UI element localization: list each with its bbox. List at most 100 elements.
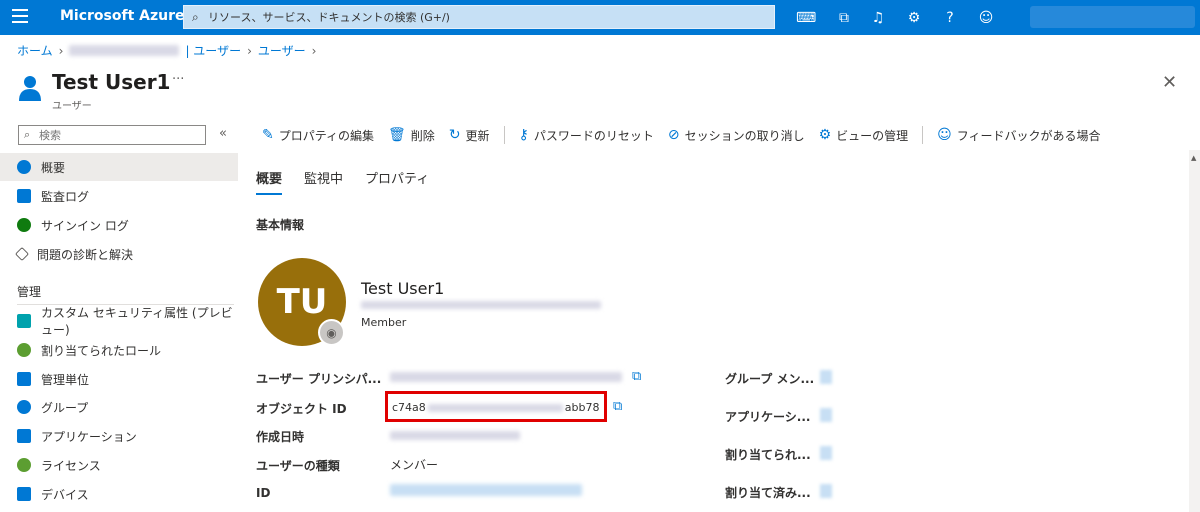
breadcrumb-home[interactable]: ホーム (17, 42, 53, 59)
sidebar-item-overview[interactable]: 概要 (0, 153, 238, 181)
account-menu[interactable] (1030, 6, 1195, 28)
revoke-sessions-button[interactable]: ⊘ セッションの取り消し (668, 127, 805, 144)
user-icon (17, 160, 31, 174)
reset-password-button[interactable]: ⚷ パスワードのリセット (519, 127, 654, 144)
cloud-shell-icon[interactable]: ⌨ (796, 8, 816, 28)
applications-count-redacted[interactable] (820, 408, 832, 422)
search-icon: ⌕ (24, 128, 31, 141)
object-id-label: オブジェクト ID (256, 402, 347, 416)
sidebar-item-label: カスタム セキュリティ属性 (プレビュー) (41, 306, 233, 337)
sidebar-item-signin-logs[interactable]: サインイン ログ (0, 211, 238, 239)
breadcrumb: ホーム › | ユーザー › ユーザー › (17, 42, 316, 59)
notification-bell-icon[interactable]: ♫ (868, 8, 888, 28)
user-type-label: ユーザーの種類 (256, 459, 340, 473)
feedback-icon[interactable]: ☺ (976, 8, 996, 28)
scrollbar[interactable]: ▲ (1189, 150, 1200, 512)
help-icon[interactable]: ? (940, 8, 960, 28)
user-type: Member (361, 316, 407, 329)
sidebar-item-label: 概要 (41, 160, 66, 175)
refresh-icon: ↻ (448, 127, 461, 143)
sidebar-item-devices[interactable]: デバイス (0, 480, 238, 508)
trash-icon: 🗑 (388, 127, 406, 143)
sidebar-item-licenses[interactable]: ライセンス (0, 451, 238, 479)
breadcrumb-separator: › (247, 43, 252, 58)
applications-grid-icon (17, 429, 31, 443)
applications-label: アプリケーシ... (725, 410, 811, 424)
id-value-redacted[interactable] (390, 484, 582, 496)
roles-icon (17, 343, 31, 357)
settings-gear-icon[interactable]: ⚙ (904, 8, 924, 28)
toolbar-divider (503, 126, 505, 144)
sidebar-search-input[interactable] (39, 128, 199, 142)
sidebar-item-audit-logs[interactable]: 監査ログ (0, 182, 238, 210)
created-label: 作成日時 (256, 430, 305, 444)
breadcrumb-separator: › (58, 43, 64, 58)
collapse-sidebar-icon[interactable]: « (219, 126, 227, 141)
user-type-value: メンバー (390, 458, 439, 472)
sidebar-item-admin-units[interactable]: 管理単位 (0, 365, 238, 393)
breadcrumb-users-2[interactable]: ユーザー (258, 42, 306, 59)
command-bar: ✎ プロパティの編集 🗑 削除 ↻ 更新 ⚷ パスワードのリセット ⊘ セッショ… (262, 126, 1115, 144)
refresh-button[interactable]: ↻ 更新 (449, 127, 490, 144)
camera-icon[interactable]: ◉ (318, 319, 345, 346)
scroll-up-icon[interactable]: ▲ (1191, 154, 1196, 162)
groups-icon (17, 400, 31, 414)
sidebar-item-label: アプリケーション (41, 429, 137, 444)
tab-bar: 概要 監視中 プロパティ (256, 168, 429, 195)
hamburger-menu-icon[interactable] (12, 9, 28, 25)
global-search[interactable]: ⌕ (183, 5, 775, 29)
sidebar-search[interactable]: ⌕ (18, 125, 206, 145)
user-email-redacted (361, 301, 601, 309)
feedback-button[interactable]: ☺ フィードバックがある場合 (937, 127, 1100, 144)
group-membership-label: グループ メン... (725, 372, 815, 386)
sidebar-item-diagnose[interactable]: 問題の診断と解決 (0, 240, 238, 268)
feedback-icon: ☺ (937, 127, 952, 143)
breadcrumb-separator: › (311, 43, 317, 58)
sidebar-item-applications[interactable]: アプリケーション (0, 422, 238, 450)
pencil-icon: ✎ (262, 127, 274, 143)
tab-monitoring[interactable]: 監視中 (304, 168, 343, 195)
top-bar: Microsoft Azure ⌕ ⌨ ⧉ ♫ ⚙ ? ☺ (0, 0, 1200, 35)
upn-label: ユーザー プリンシパ... (256, 372, 382, 386)
more-options-icon[interactable]: ··· (172, 72, 184, 87)
sidebar-item-label: 管理単位 (41, 372, 90, 387)
copy-icon[interactable]: ⧉ (632, 369, 641, 384)
page-subtitle: ユーザー (52, 101, 92, 112)
copy-icon[interactable]: ⧉ (613, 399, 622, 414)
user-icon (19, 76, 41, 101)
created-value-redacted (390, 431, 520, 440)
wrench-icon (14, 246, 30, 262)
assigned-licenses-label: 割り当て済み... (725, 486, 811, 500)
sidebar-item-label: 監査ログ (41, 189, 90, 204)
sidebar-item-label: 問題の診断と解決 (37, 247, 134, 262)
roles-count-redacted[interactable] (820, 446, 832, 460)
tab-overview[interactable]: 概要 (256, 168, 283, 195)
assigned-roles-label: 割り当てられ... (725, 448, 811, 462)
directory-filter-icon[interactable]: ⧉ (834, 8, 854, 28)
license-icon (17, 458, 31, 472)
close-icon[interactable]: ✕ (1162, 72, 1177, 93)
manage-view-button[interactable]: ⚙ ビューの管理 (819, 127, 909, 144)
sidebar-item-label: デバイス (41, 487, 89, 502)
toolbar-divider (922, 126, 924, 144)
tab-properties[interactable]: プロパティ (365, 168, 429, 195)
signin-log-icon (17, 218, 31, 232)
brand-title[interactable]: Microsoft Azure (60, 8, 185, 24)
sidebar-item-label: グループ (41, 400, 89, 415)
upn-value-redacted (390, 372, 622, 382)
edit-properties-button[interactable]: ✎ プロパティの編集 (262, 127, 374, 144)
section-title: 基本情報 (256, 218, 305, 232)
sidebar-item-assigned-roles[interactable]: 割り当てられたロール (0, 336, 238, 364)
breadcrumb-tenant[interactable] (69, 45, 180, 56)
sidebar-item-groups[interactable]: グループ (0, 393, 238, 421)
gear-icon: ⚙ (818, 127, 832, 143)
block-icon: ⊘ (667, 127, 680, 143)
delete-button[interactable]: 🗑 削除 (388, 127, 435, 144)
sidebar-group-manage: 管理 (17, 285, 42, 299)
sidebar-item-custom-security[interactable]: カスタム セキュリティ属性 (プレビュー) (0, 306, 238, 337)
group-count-redacted[interactable] (820, 370, 832, 384)
breadcrumb-users[interactable]: | ユーザー (185, 42, 241, 59)
sidebar-item-label: ライセンス (41, 458, 101, 473)
global-search-input[interactable] (208, 8, 768, 26)
licenses-count-redacted[interactable] (820, 484, 832, 498)
